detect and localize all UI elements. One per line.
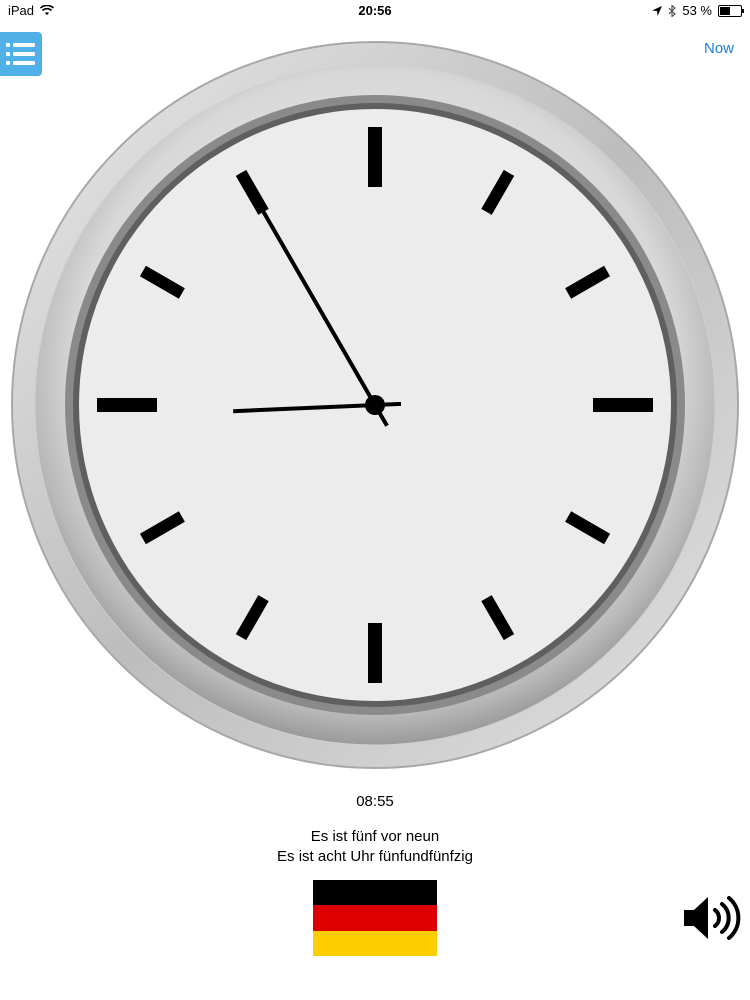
time-phrase-colloquial: Es ist fünf vor neun [310,828,440,845]
status-time: 20:56 [358,3,392,18]
status-right: 53 % [652,3,744,18]
status-bar: iPad 20:56 53 % [0,0,750,22]
germany-flag[interactable] [313,880,437,956]
location-arrow-icon [652,5,663,16]
time-phrase-formal: Es ist acht Uhr fünfundfünfzig [277,848,473,865]
digital-time: 08:55 [356,793,394,810]
battery-fill [720,6,730,15]
battery-icon [718,4,744,17]
flag-stripe-gold [313,930,437,956]
bluetooth-icon [668,4,677,17]
battery-tip [742,8,744,13]
flag-stripe-black [313,880,437,906]
battery-percent: 53 % [682,3,712,18]
analog-clock [11,41,739,769]
clock-center-cap [365,395,385,415]
flag-stripe-red [313,905,437,931]
speaker-icon[interactable] [682,894,744,942]
